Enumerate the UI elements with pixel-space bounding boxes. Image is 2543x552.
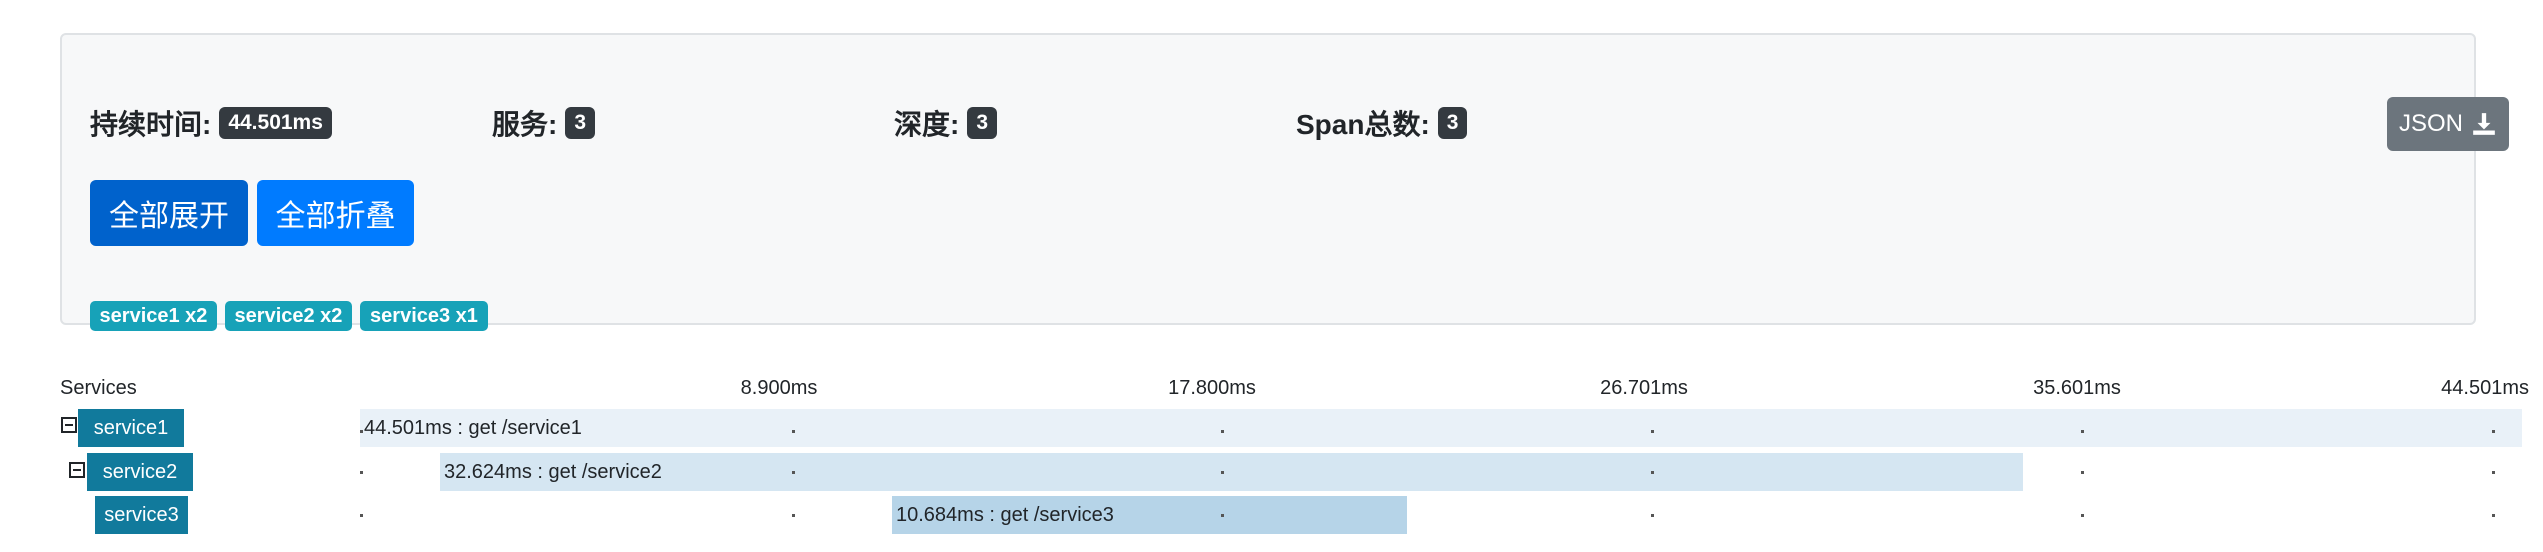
duration-badge: 44.501ms (219, 107, 332, 139)
download-icon (2473, 113, 2495, 135)
json-button-label: JSON (2398, 110, 2463, 137)
tick-guide-dot (1221, 471, 1224, 474)
tick-guide-dot (2081, 471, 2084, 474)
span-bar[interactable]: 44.501ms : get /service1 (360, 409, 2522, 447)
tick-guide-dot (792, 430, 795, 433)
service-filter-badge[interactable]: service2 x2 (225, 301, 352, 331)
timeline-tick: 35.601ms (2033, 377, 2121, 399)
timeline-tick: 44.501ms (2441, 377, 2529, 399)
tick-guide-dot (360, 514, 363, 517)
expand-all-button[interactable]: 全部展开 (90, 180, 248, 246)
service-label[interactable]: service2 (87, 453, 193, 491)
collapse-toggle-icon[interactable] (69, 462, 85, 478)
services-badge: 3 (565, 107, 596, 139)
tick-guide-dot (1651, 514, 1654, 517)
tick-guide-dot (2492, 430, 2495, 433)
services-label: 服务: (492, 109, 558, 140)
depth-stat: 深度: 3 (894, 103, 998, 143)
span-bar-text: 32.624ms : get /service2 (444, 460, 662, 483)
span-bar[interactable]: 10.684ms : get /service3 (892, 496, 1407, 534)
service-label[interactable]: service3 (95, 496, 188, 534)
tick-guide-dot (2492, 471, 2495, 474)
services-column-header: Services (60, 377, 137, 399)
span-bar[interactable]: 32.624ms : get /service2 (440, 453, 2023, 491)
tick-guide-dot (1221, 430, 1224, 433)
tick-guide-dot (1651, 471, 1654, 474)
timeline-tick: 26.701ms (1600, 377, 1688, 399)
trace-summary-panel: 持续时间: 44.501ms 服务: 3 深度: 3 Span总数: 3 JSO… (60, 33, 2509, 331)
span-bar-text: 10.684ms : get /service3 (896, 503, 1114, 526)
tick-guide-dot (1651, 430, 1654, 433)
span-total-stat: Span总数: 3 (1296, 103, 1468, 143)
duration-stat: 持续时间: 44.501ms (90, 103, 332, 143)
collapse-all-button[interactable]: 全部折叠 (257, 180, 414, 246)
tick-guide-dot (360, 471, 363, 474)
span-total-label: Span总数: (1296, 109, 1430, 140)
collapse-toggle-icon[interactable] (61, 417, 77, 433)
tick-guide-dot (360, 430, 363, 433)
tick-guide-dot (2492, 514, 2495, 517)
service-filter-badge[interactable]: service3 x1 (360, 301, 488, 331)
tick-guide-dot (792, 471, 795, 474)
tick-guide-dot (1221, 514, 1224, 517)
service-filter-badge[interactable]: service1 x2 (90, 301, 217, 331)
depth-label: 深度: (894, 109, 960, 140)
timeline-tick: 8.900ms (740, 377, 818, 399)
span-bar-text: 44.501ms : get /service1 (364, 416, 582, 439)
span-total-badge: 3 (1437, 107, 1468, 139)
service-label[interactable]: service1 (78, 409, 184, 447)
json-download-button[interactable]: JSON (2387, 97, 2509, 151)
depth-badge: 3 (967, 107, 998, 139)
timeline-tick: 17.800ms (1168, 377, 1256, 399)
duration-label: 持续时间: (90, 109, 212, 140)
tick-guide-dot (792, 514, 795, 517)
services-stat: 服务: 3 (492, 103, 596, 143)
tick-guide-dot (2081, 514, 2084, 517)
tick-guide-dot (2081, 430, 2084, 433)
